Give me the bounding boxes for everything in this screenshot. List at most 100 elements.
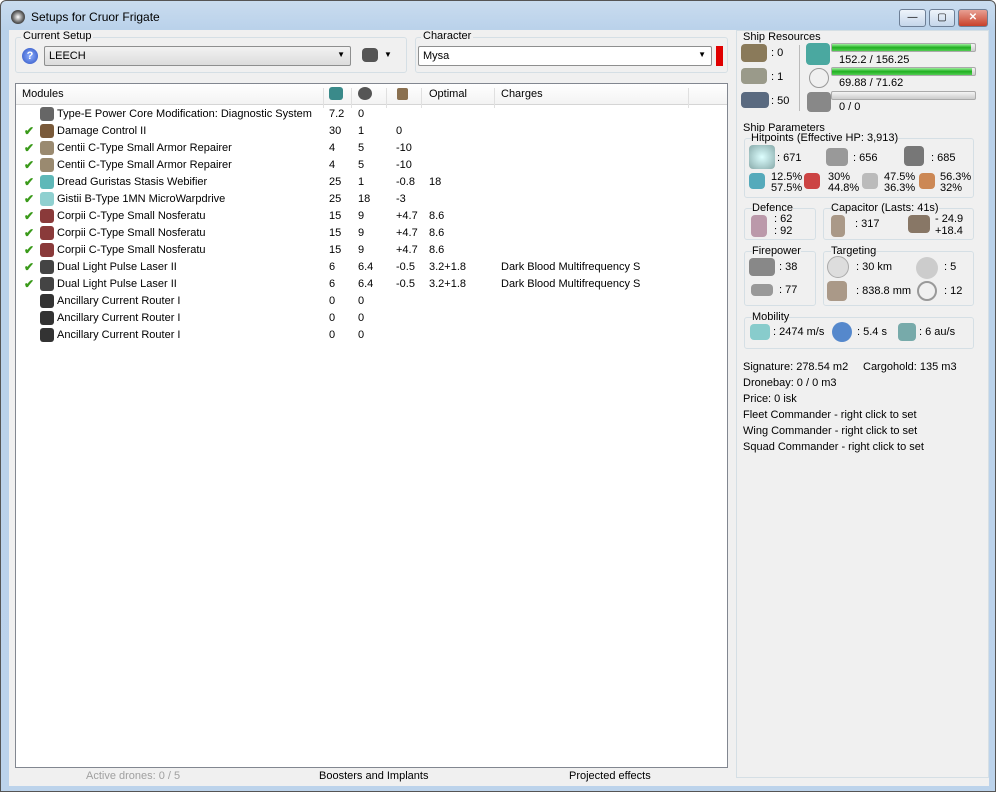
col-optimal[interactable]: Optimal	[429, 88, 467, 100]
explosive-resist-icon	[919, 173, 935, 189]
active-check-icon[interactable]: ✔	[24, 124, 34, 138]
module-row[interactable]: ✔ Centii C-Type Small Armor Repairer 4 5 -10	[16, 140, 727, 157]
module-icon	[40, 328, 54, 342]
module-c1: 6	[329, 278, 336, 290]
module-name: Ancillary Current Router I	[57, 312, 181, 324]
capacitor-regen-icon	[908, 215, 930, 233]
active-check-icon[interactable]: ✔	[24, 141, 34, 155]
module-row[interactable]: ✔ Damage Control II 30 1 0	[16, 123, 727, 140]
help-icon[interactable]: ?	[22, 48, 38, 64]
character-status-indicator	[716, 46, 723, 66]
close-button[interactable]: ✕	[958, 9, 988, 27]
capacitor-capacity: : 317	[855, 218, 880, 230]
capacitor-label: Capacitor (Lasts: 41s)	[831, 202, 939, 214]
structure-hp: : 685	[931, 152, 956, 164]
app-icon	[11, 10, 25, 24]
module-c2: 18	[358, 193, 371, 205]
module-c1: 4	[329, 159, 336, 171]
projected-effects-tab[interactable]: Projected effects	[569, 770, 651, 782]
module-row[interactable]: Ancillary Current Router I 0 0	[16, 293, 727, 310]
active-check-icon[interactable]: ✔	[24, 192, 34, 206]
module-row[interactable]: ✔ Dread Guristas Stasis Webifier 25 1 -0.8 18	[16, 174, 727, 191]
setup-value: LEECH	[49, 50, 86, 62]
turret-count: : 0	[771, 47, 784, 59]
module-c3: -10	[396, 159, 412, 171]
sensor-strength: : 12	[944, 285, 963, 297]
active-check-icon[interactable]: ✔	[24, 243, 34, 257]
module-name: Ancillary Current Router I	[57, 329, 181, 341]
col-charges[interactable]: Charges	[501, 88, 543, 100]
thermal-armor-resist: 44.8%	[828, 182, 860, 194]
setup-dropdown[interactable]: LEECH ▼	[44, 46, 351, 66]
module-row[interactable]: ✔ Gistii B-Type 1MN MicroWarpdrive 25 18 -3	[16, 191, 727, 208]
module-c1: 4	[329, 142, 336, 154]
active-drones-tab[interactable]: Active drones: 0 / 5	[86, 770, 180, 782]
capacitor-recharge: +18.4	[935, 225, 963, 237]
ship-menu-chevron-icon[interactable]: ▼	[384, 50, 392, 59]
current-setup-group: Current Setup ? LEECH ▼ ▼	[15, 30, 407, 73]
module-icon	[40, 124, 54, 138]
capacitor-icon	[831, 215, 845, 237]
module-c2: 0	[358, 108, 365, 120]
module-c2: 0	[358, 295, 365, 307]
module-c3: +4.7	[396, 210, 418, 222]
module-icon	[40, 260, 54, 274]
active-check-icon[interactable]: ✔	[24, 260, 34, 274]
scan-icon	[917, 281, 937, 301]
module-row[interactable]: ✔ Corpii C-Type Small Nosferatu 15 9 +4.7 8.6	[16, 208, 727, 225]
wing-commander[interactable]: Wing Commander - right click to set	[743, 425, 917, 437]
explosive-armor-resist: 32%	[940, 182, 963, 194]
minimize-button[interactable]: —	[899, 9, 926, 27]
module-c2: 6.4	[358, 261, 374, 273]
capacitor-usage: - 24.9	[935, 213, 964, 225]
module-row[interactable]: Type-E Power Core Modification: Diagnost…	[16, 106, 727, 123]
window: Setups for Cruor Frigate — ▢ ✕ Current S…	[0, 0, 996, 792]
module-icon	[40, 226, 54, 240]
module-row[interactable]: ✔ Corpii C-Type Small Nosferatu 15 9 +4.7 8.6	[16, 225, 727, 242]
boosters-implants-tab[interactable]: Boosters and Implants	[319, 770, 428, 782]
drone-bandwidth-value: 0 / 0	[839, 101, 861, 113]
chevron-down-icon: ▼	[337, 50, 345, 59]
module-row[interactable]: ✔ Centii C-Type Small Armor Repairer 4 5 -10	[16, 157, 727, 174]
cpu-col-icon[interactable]	[329, 87, 343, 100]
module-row[interactable]: ✔ Dual Light Pulse Laser II 6 6.4 -0.5 3.2+1.…	[16, 276, 727, 293]
module-row[interactable]: ✔ Dual Light Pulse Laser II 6 6.4 -0.5 3.2+1.…	[16, 259, 727, 276]
max-targets: : 5	[944, 261, 957, 273]
active-check-icon[interactable]: ✔	[24, 277, 34, 291]
shield-hp: : 671	[777, 152, 802, 164]
warp-speed-icon	[898, 323, 916, 341]
module-row[interactable]: Ancillary Current Router I 0 0	[16, 310, 727, 327]
module-c2: 9	[358, 227, 365, 239]
col-modules[interactable]: Modules	[22, 88, 64, 100]
module-c3: -0.8	[396, 176, 415, 188]
active-check-icon[interactable]: ✔	[24, 209, 34, 223]
module-c1: 0	[329, 312, 336, 324]
targeting-range-icon	[827, 256, 849, 278]
active-check-icon[interactable]: ✔	[24, 175, 34, 189]
launcher-count: : 1	[771, 71, 784, 83]
module-name: Type-E Power Core Modification: Diagnost…	[57, 108, 312, 120]
ship-menu-icon[interactable]	[362, 48, 378, 62]
module-name: Corpii C-Type Small Nosferatu	[57, 244, 206, 256]
module-c1: 25	[329, 176, 342, 188]
module-row[interactable]: Ancillary Current Router I 0 0	[16, 327, 727, 344]
active-check-icon[interactable]: ✔	[24, 158, 34, 172]
fleet-commander[interactable]: Fleet Commander - right click to set	[743, 409, 917, 421]
powergrid-col-icon[interactable]	[358, 87, 372, 100]
maximize-button[interactable]: ▢	[929, 9, 955, 27]
capacitor-col-icon[interactable]	[397, 88, 408, 100]
mobility-label: Mobility	[752, 311, 790, 323]
module-charges: Dark Blood Multifrequency S	[501, 278, 641, 290]
module-c1: 15	[329, 227, 342, 239]
module-name: Gistii B-Type 1MN MicroWarpdrive	[57, 193, 226, 205]
module-row[interactable]: ✔ Corpii C-Type Small Nosferatu 15 9 +4.7 8.6	[16, 242, 727, 259]
active-check-icon[interactable]: ✔	[24, 226, 34, 240]
armor-icon	[826, 148, 848, 166]
window-title: Setups for Cruor Frigate	[31, 10, 160, 24]
module-c1: 15	[329, 244, 342, 256]
character-dropdown[interactable]: Mysa ▼	[418, 46, 712, 66]
calibration-icon	[741, 92, 769, 108]
powergrid-icon	[809, 68, 829, 88]
modules-list[interactable]: Modules Optimal Charges Type-E Power Cor…	[15, 83, 728, 768]
squad-commander[interactable]: Squad Commander - right click to set	[743, 441, 924, 453]
